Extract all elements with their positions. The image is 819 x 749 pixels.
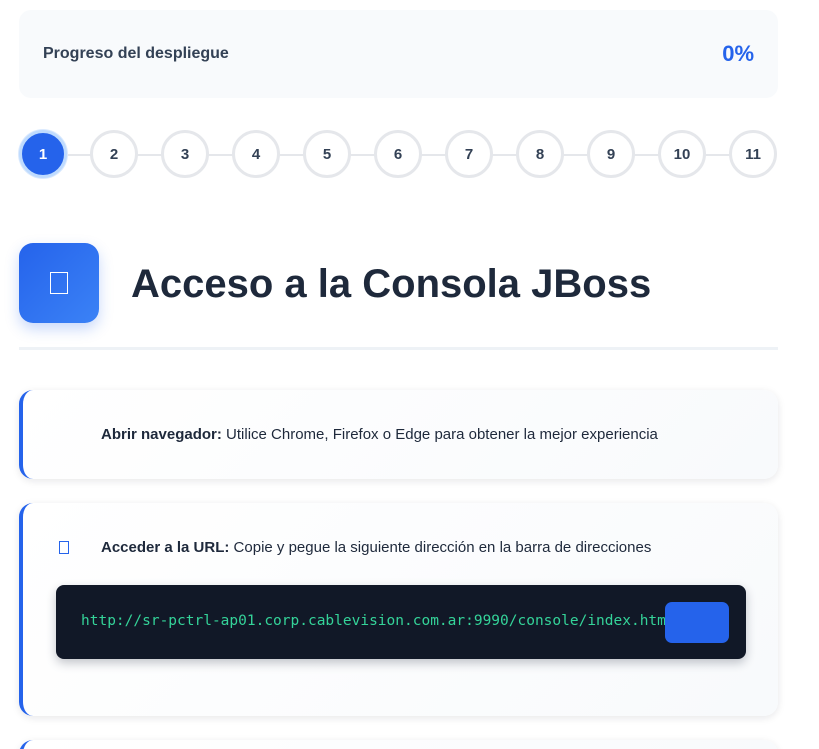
section-icon-badge — [19, 243, 99, 323]
console-url[interactable]: http://sr-pctrl-ap01.corp.cablevision.co… — [81, 613, 675, 629]
instruction-description: Copie y pegue la siguiente dirección en … — [229, 539, 652, 556]
title-divider — [19, 347, 778, 350]
instruction-text: Acceder a la URL: Copie y pegue la sigui… — [101, 539, 651, 556]
step-2[interactable]: 2 — [90, 130, 138, 178]
instruction-card-access-url: Acceder a la URL: Copie y pegue la sigui… — [19, 503, 778, 716]
progress-percentage: 0% — [722, 41, 754, 66]
step-5[interactable]: 5 — [303, 130, 351, 178]
progress-label: Progreso del despliegue — [43, 45, 229, 62]
instruction-title: Abrir navegador: — [101, 426, 222, 443]
instruction-text: Abrir navegador: Utilice Chrome, Firefox… — [101, 426, 658, 443]
step-11[interactable]: 11 — [729, 130, 777, 178]
document-icon — [50, 272, 68, 294]
step-7[interactable]: 7 — [445, 130, 493, 178]
instruction-description: Utilice Chrome, Firefox o Edge para obte… — [221, 426, 658, 443]
copy-url-button[interactable] — [665, 602, 729, 643]
page: Progreso del despliegue 0% 1 2 3 4 5 6 7… — [0, 0, 819, 749]
step-3[interactable]: 3 — [161, 130, 209, 178]
step-4[interactable]: 4 — [232, 130, 280, 178]
step-8[interactable]: 8 — [516, 130, 564, 178]
step-9[interactable]: 9 — [587, 130, 635, 178]
step-6[interactable]: 6 — [374, 130, 422, 178]
link-icon — [59, 541, 69, 554]
deployment-progress: Progreso del despliegue 0% — [19, 10, 778, 98]
page-title: Acceso a la Consola JBoss — [131, 262, 652, 306]
instruction-title: Acceder a la URL: — [101, 539, 230, 556]
instruction-card-open-browser: Abrir navegador: Utilice Chrome, Firefox… — [19, 390, 778, 479]
step-10[interactable]: 10 — [658, 130, 706, 178]
step-navigator: 1 2 3 4 5 6 7 8 9 10 11 — [19, 130, 778, 180]
url-code-block: http://sr-pctrl-ap01.corp.cablevision.co… — [56, 585, 746, 659]
instruction-card-next — [19, 740, 778, 749]
step-1[interactable]: 1 — [19, 130, 67, 178]
